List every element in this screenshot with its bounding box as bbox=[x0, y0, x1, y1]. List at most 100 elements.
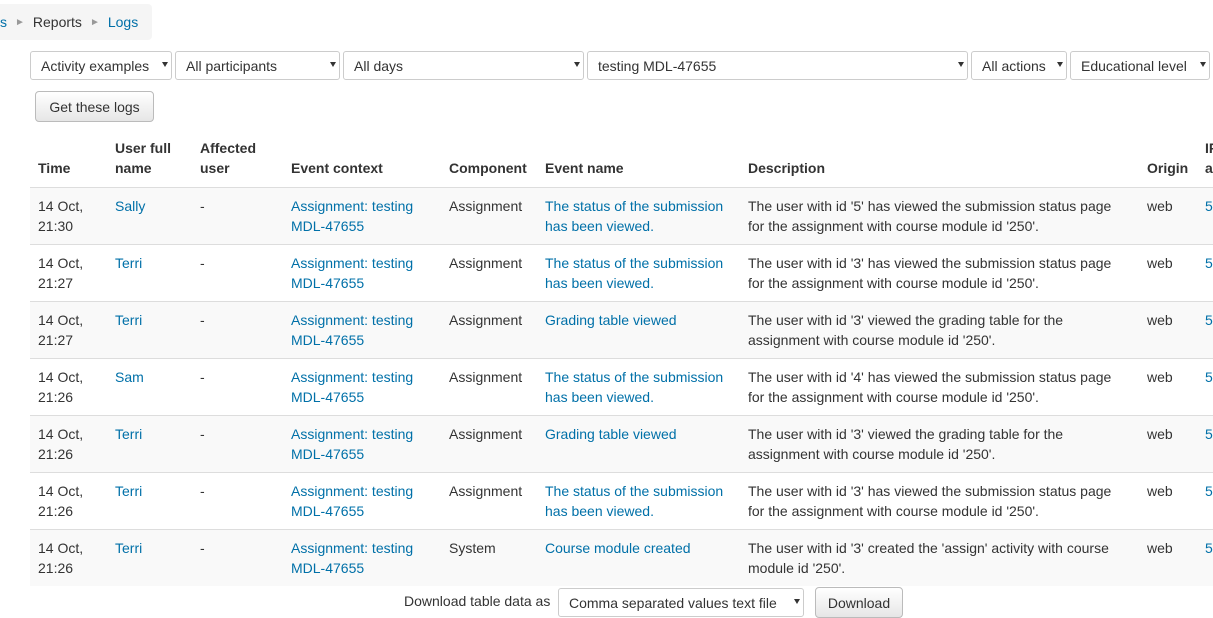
cell-description: The user with id '3' has viewed the subm… bbox=[740, 472, 1139, 530]
event-link[interactable]: The status of the submission has been vi… bbox=[545, 198, 723, 234]
download-format-select[interactable]: Comma separated values text file bbox=[558, 588, 804, 617]
cell-origin: web bbox=[1139, 472, 1197, 530]
ip-link[interactable]: 5 bbox=[1205, 369, 1213, 385]
chevron-down-icon bbox=[1057, 62, 1063, 67]
user-link[interactable]: Terri bbox=[115, 255, 142, 271]
ip-link[interactable]: 5 bbox=[1205, 198, 1213, 214]
col-origin: Origin bbox=[1147, 160, 1189, 176]
cell-origin: web bbox=[1139, 529, 1197, 586]
event-link[interactable]: Grading table viewed bbox=[545, 426, 677, 442]
ip-link[interactable]: 5 bbox=[1205, 540, 1213, 556]
table-row: 14 Oct, 21:26 Terri - Assignment: testin… bbox=[30, 529, 1213, 586]
course-select-value: Activity examples bbox=[41, 57, 150, 74]
table-row: 14 Oct, 21:30 Sally - Assignment: testin… bbox=[30, 187, 1213, 245]
col-context: Event context bbox=[291, 160, 383, 176]
get-logs-button[interactable]: Get these logs bbox=[35, 91, 154, 122]
cell-time: 14 Oct, 21:27 bbox=[30, 301, 107, 359]
table-row: 14 Oct, 21:27 Terri - Assignment: testin… bbox=[30, 244, 1213, 302]
breadcrumb-logs-link[interactable]: Logs bbox=[108, 14, 138, 30]
activity-select[interactable]: testing MDL-47655 bbox=[587, 51, 968, 80]
table-row: 14 Oct, 21:26 Sam - Assignment: testing … bbox=[30, 358, 1213, 416]
cell-origin: web bbox=[1139, 187, 1197, 245]
cell-affected: - bbox=[192, 415, 283, 473]
event-link[interactable]: The status of the submission has been vi… bbox=[545, 483, 723, 519]
cell-origin: web bbox=[1139, 415, 1197, 473]
ip-link[interactable]: 5 bbox=[1205, 483, 1213, 499]
context-link[interactable]: Assignment: testing MDL-47655 bbox=[291, 312, 413, 348]
cell-time: 14 Oct, 21:30 bbox=[30, 187, 107, 245]
chevron-down-icon bbox=[794, 599, 800, 604]
download-button[interactable]: Download bbox=[815, 587, 903, 618]
download-label: Download table data as bbox=[404, 593, 551, 609]
breadcrumb-separator-icon: ► bbox=[89, 16, 100, 28]
cell-affected: - bbox=[192, 244, 283, 302]
cell-affected: - bbox=[192, 187, 283, 245]
cell-time: 14 Oct, 21:27 bbox=[30, 244, 107, 302]
chevron-down-icon bbox=[162, 62, 168, 67]
col-affected: Affected user bbox=[200, 140, 257, 176]
ip-link[interactable]: 5 bbox=[1205, 255, 1213, 271]
cell-component: Assignment bbox=[441, 187, 537, 245]
table-header-row: Time User full name Affected user Event … bbox=[30, 130, 1213, 188]
chevron-down-icon bbox=[1200, 62, 1206, 67]
user-link[interactable]: Terri bbox=[115, 483, 142, 499]
col-ip: IP a bbox=[1205, 140, 1213, 176]
context-link[interactable]: Assignment: testing MDL-47655 bbox=[291, 198, 413, 234]
cell-origin: web bbox=[1139, 358, 1197, 416]
ip-link[interactable]: 5 bbox=[1205, 312, 1213, 328]
table-row: 14 Oct, 21:26 Terri - Assignment: testin… bbox=[30, 415, 1213, 473]
user-link[interactable]: Terri bbox=[115, 312, 142, 328]
cell-time: 14 Oct, 21:26 bbox=[30, 472, 107, 530]
cell-component: Assignment bbox=[441, 244, 537, 302]
cell-time: 14 Oct, 21:26 bbox=[30, 529, 107, 586]
download-bar: Download table data as Comma separated v… bbox=[0, 586, 1213, 618]
chevron-down-icon bbox=[574, 62, 580, 67]
context-link[interactable]: Assignment: testing MDL-47655 bbox=[291, 255, 413, 291]
breadcrumb-reports[interactable]: Reports bbox=[33, 14, 82, 30]
context-link[interactable]: Assignment: testing MDL-47655 bbox=[291, 540, 413, 576]
cell-time: 14 Oct, 21:26 bbox=[30, 415, 107, 473]
ip-link[interactable]: 5 bbox=[1205, 426, 1213, 442]
course-select[interactable]: Activity examples bbox=[30, 51, 172, 80]
col-component: Component bbox=[449, 160, 527, 176]
breadcrumb-prev-link[interactable]: s bbox=[0, 14, 7, 30]
cell-component: System bbox=[441, 529, 537, 586]
actions-select[interactable]: All actions bbox=[971, 51, 1067, 80]
cell-origin: web bbox=[1139, 301, 1197, 359]
user-link[interactable]: Terri bbox=[115, 540, 142, 556]
user-link[interactable]: Sam bbox=[115, 369, 144, 385]
context-link[interactable]: Assignment: testing MDL-47655 bbox=[291, 426, 413, 462]
table-row: 14 Oct, 21:26 Terri - Assignment: testin… bbox=[30, 472, 1213, 530]
logs-table: Time User full name Affected user Event … bbox=[30, 130, 1213, 586]
col-user: User full name bbox=[115, 140, 172, 176]
cell-description: The user with id '5' has viewed the subm… bbox=[740, 187, 1139, 245]
user-link[interactable]: Sally bbox=[115, 198, 145, 214]
participants-select[interactable]: All participants bbox=[175, 51, 340, 80]
chevron-down-icon bbox=[958, 62, 964, 67]
context-link[interactable]: Assignment: testing MDL-47655 bbox=[291, 483, 413, 519]
event-link[interactable]: The status of the submission has been vi… bbox=[545, 255, 723, 291]
cell-component: Assignment bbox=[441, 301, 537, 359]
cell-component: Assignment bbox=[441, 472, 537, 530]
event-link[interactable]: Grading table viewed bbox=[545, 312, 677, 328]
participants-select-value: All participants bbox=[186, 57, 278, 74]
cell-description: The user with id '3' created the 'assign… bbox=[740, 529, 1139, 586]
edulevel-select[interactable]: Educational level bbox=[1070, 51, 1210, 80]
cell-component: Assignment bbox=[441, 415, 537, 473]
cell-origin: web bbox=[1139, 244, 1197, 302]
days-select[interactable]: All days bbox=[343, 51, 584, 80]
col-time: Time bbox=[38, 160, 71, 176]
context-link[interactable]: Assignment: testing MDL-47655 bbox=[291, 369, 413, 405]
cell-affected: - bbox=[192, 472, 283, 530]
cell-affected: - bbox=[192, 301, 283, 359]
cell-component: Assignment bbox=[441, 358, 537, 416]
cell-affected: - bbox=[192, 529, 283, 586]
breadcrumb-separator-icon: ► bbox=[15, 16, 25, 28]
edulevel-select-value: Educational level bbox=[1081, 57, 1187, 74]
user-link[interactable]: Terri bbox=[115, 426, 142, 442]
days-select-value: All days bbox=[354, 57, 404, 74]
col-event: Event name bbox=[545, 160, 624, 176]
event-link[interactable]: The status of the submission has been vi… bbox=[545, 369, 723, 405]
event-link[interactable]: Course module created bbox=[545, 540, 691, 556]
actions-select-value: All actions bbox=[982, 57, 1046, 74]
